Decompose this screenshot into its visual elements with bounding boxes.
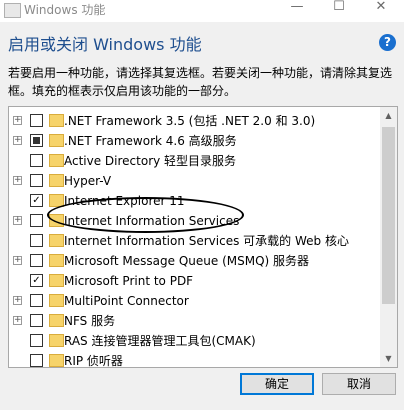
feature-row[interactable]: + MultiPoint Connector [9, 291, 379, 311]
feature-label: Internet Information Services [64, 214, 240, 228]
folder-icon [49, 174, 64, 187]
feature-checkbox[interactable] [30, 254, 43, 267]
page-title: 启用或关闭 Windows 功能 [8, 35, 202, 54]
feature-label: Active Directory 轻型目录服务 [64, 154, 237, 168]
folder-icon [49, 354, 64, 367]
feature-checkbox[interactable]: ✓ [30, 194, 43, 207]
expand-plus-icon[interactable]: + [13, 116, 22, 125]
folder-icon [49, 254, 64, 267]
feature-row[interactable]: + Hyper-V [9, 171, 379, 191]
feature-label: Microsoft Message Queue (MSMQ) 服务器 [64, 254, 310, 268]
feature-checkbox[interactable] [30, 114, 43, 127]
feature-checkbox[interactable] [30, 234, 43, 247]
feature-row[interactable]: RAS 连接管理器管理工具包(CMAK) [9, 331, 379, 351]
feature-label: RIP 侦听器 [64, 354, 123, 368]
feature-row[interactable]: Active Directory 轻型目录服务 [9, 151, 379, 171]
scroll-up-arrow-icon[interactable]: ▲ [380, 107, 397, 124]
feature-checkbox[interactable] [30, 154, 43, 167]
feature-checkbox[interactable] [30, 134, 43, 147]
scroll-down-arrow-icon[interactable]: ▼ [380, 350, 397, 367]
feature-checkbox[interactable]: ✓ [30, 274, 43, 287]
folder-icon [49, 294, 64, 307]
maximize-button[interactable]: ☐ [324, 0, 354, 16]
title-bar: Windows 功能 — ☐ ✕ [0, 0, 404, 22]
expand-plus-icon[interactable]: + [13, 136, 22, 145]
folder-icon [49, 114, 64, 127]
vertical-scrollbar[interactable]: ▲ ▼ [380, 107, 397, 367]
feature-label: .NET Framework 4.6 高级服务 [64, 134, 237, 148]
folder-icon [49, 334, 64, 347]
description-text: 若要启用一种功能，请选择其复选框。若要关闭一种功能，请清除其复选框。填充的框表示… [8, 66, 393, 98]
feature-row[interactable]: RIP 侦听器 [9, 351, 379, 368]
feature-row[interactable]: + Internet Information Services [9, 211, 379, 231]
expand-plus-icon[interactable]: + [13, 296, 22, 305]
feature-row[interactable]: ✓ Internet Explorer 11 [9, 191, 379, 211]
feature-label: Internet Explorer 11 [64, 194, 185, 208]
ok-button[interactable]: 确定 [240, 373, 314, 395]
feature-checkbox[interactable] [30, 214, 43, 227]
feature-row[interactable]: + NFS 服务 [9, 311, 379, 331]
feature-label: .NET Framework 3.5 (包括 .NET 2.0 和 3.0) [64, 114, 316, 128]
folder-icon [49, 234, 64, 247]
close-button[interactable]: ✕ [366, 0, 396, 16]
feature-label: Microsoft Print to PDF [64, 274, 194, 288]
feature-checkbox[interactable] [30, 294, 43, 307]
feature-label: Internet Information Services 可承载的 Web 核… [64, 234, 349, 248]
folder-icon [49, 154, 64, 167]
expand-plus-icon[interactable]: + [13, 256, 22, 265]
expand-plus-icon[interactable]: + [13, 176, 22, 185]
feature-row[interactable]: + .NET Framework 3.5 (包括 .NET 2.0 和 3.0) [9, 111, 379, 131]
help-icon[interactable]: ? [379, 34, 396, 51]
feature-label: NFS 服务 [64, 314, 116, 328]
feature-row[interactable]: Internet Information Services 可承载的 Web 核… [9, 231, 379, 251]
feature-row[interactable]: + Microsoft Message Queue (MSMQ) 服务器 [9, 251, 379, 271]
feature-label: MultiPoint Connector [64, 294, 189, 308]
window-title: Windows 功能 [24, 3, 106, 17]
folder-icon [49, 314, 64, 327]
scrollbar-thumb[interactable] [382, 127, 395, 304]
feature-row[interactable]: ✓ Microsoft Print to PDF [9, 271, 379, 291]
feature-tree[interactable]: + .NET Framework 3.5 (包括 .NET 2.0 和 3.0) +… [8, 106, 398, 368]
feature-checkbox[interactable] [30, 354, 43, 367]
feature-row[interactable]: + .NET Framework 4.6 高级服务 [9, 131, 379, 151]
cancel-button[interactable]: 取消 [322, 373, 396, 395]
folder-icon [49, 214, 64, 227]
expand-plus-icon[interactable]: + [13, 316, 22, 325]
feature-checkbox[interactable] [30, 174, 43, 187]
windows-features-app-icon [4, 3, 21, 18]
minimize-button[interactable]: — [282, 0, 312, 16]
folder-icon [49, 274, 64, 287]
feature-label: Hyper-V [64, 174, 112, 188]
folder-icon [49, 134, 64, 147]
feature-checkbox[interactable] [30, 334, 43, 347]
expand-plus-icon[interactable]: + [13, 216, 22, 225]
feature-checkbox[interactable] [30, 314, 43, 327]
feature-label: RAS 连接管理器管理工具包(CMAK) [64, 334, 256, 348]
folder-icon [49, 194, 64, 207]
